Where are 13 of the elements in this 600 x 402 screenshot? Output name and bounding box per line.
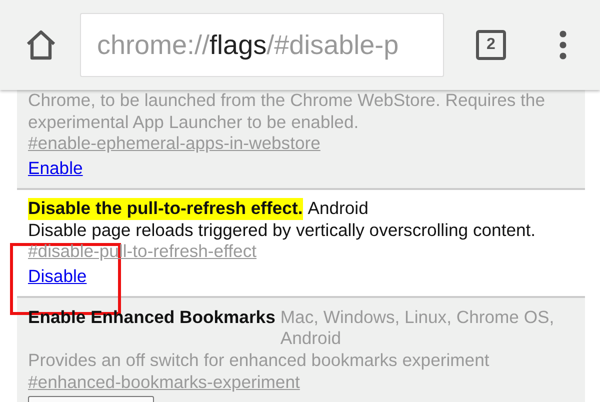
address-field[interactable]: chrome://flags/#disable-p [80, 13, 444, 77]
home-icon[interactable] [24, 28, 58, 62]
tab-count-button[interactable]: 2 [476, 30, 506, 60]
menu-icon[interactable] [559, 30, 567, 60]
toggle-link[interactable]: Disable [28, 266, 87, 286]
url-text: chrome://flags/#disable-p [97, 30, 399, 60]
experiment-title: Disable the pull-to-refresh effect. [28, 198, 303, 220]
experiment-description: Provides an off switch for enhanced bookmarks experiment [28, 350, 490, 372]
toggle-link[interactable]: Enable [28, 158, 83, 178]
experiment-description: Chrome, to be launched from the Chrome WebStore. Requires the experimental App Launcher to be enabled. [28, 90, 546, 134]
experiment-description: Disable page reloads triggered by vertically overscrolling content. [28, 220, 537, 242]
experiment-platforms: Android [308, 198, 370, 220]
experiment-platforms: Mac, Windows, Linux, Chrome OS, Android [280, 306, 556, 350]
